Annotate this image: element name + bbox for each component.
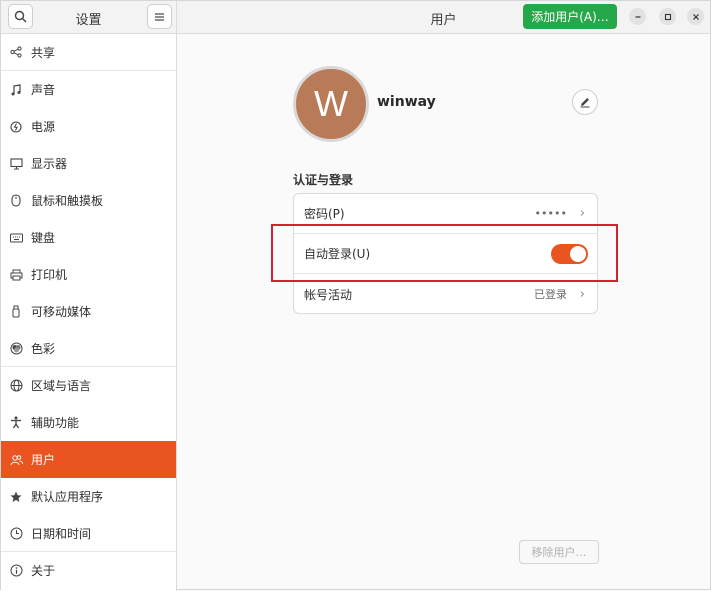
sidebar-list: 共享 声音 电源 显示器 鼠标和触摸板 键盘 打印机 可移动媒体 色彩 区域与语… <box>1 34 176 589</box>
sidebar-item-date-time[interactable]: 日期和时间 <box>1 515 176 552</box>
sidebar-item-label: 色彩 <box>31 341 56 356</box>
account-activity-label: 帐号活动 <box>304 287 353 302</box>
edit-username-button[interactable] <box>572 89 598 115</box>
sidebar-item-region-language[interactable]: 区域与语言 <box>1 367 176 404</box>
sidebar-item-removable-media[interactable]: 可移动媒体 <box>1 293 176 330</box>
minimize-button[interactable] <box>629 8 646 25</box>
minimize-icon <box>635 15 640 18</box>
add-user-button[interactable]: 添加用户(A)… <box>523 4 617 29</box>
sidebar-item-color[interactable]: 色彩 <box>1 330 176 367</box>
avatar[interactable]: W <box>293 66 369 142</box>
sidebar-item-default-apps[interactable]: 默认应用程序 <box>1 478 176 515</box>
sidebar: 设置 共享 声音 电源 显示器 鼠标和触摸板 键盘 打印机 可移动媒体 色彩 区… <box>1 1 177 591</box>
sidebar-item-label: 键盘 <box>31 231 56 245</box>
printer-icon <box>9 268 23 282</box>
star-icon <box>9 490 23 504</box>
clock-icon <box>9 526 23 540</box>
sidebar-item-users[interactable]: 用户 <box>1 441 176 478</box>
sidebar-item-label: 可移动媒体 <box>31 305 92 319</box>
sidebar-item-label: 区域与语言 <box>31 379 92 393</box>
sidebar-item-label: 显示器 <box>31 157 68 171</box>
remove-user-button[interactable]: 移除用户… <box>519 540 599 564</box>
sidebar-item-label: 辅助功能 <box>31 416 80 430</box>
settings-window: 设置 共享 声音 电源 显示器 鼠标和触摸板 键盘 打印机 可移动媒体 色彩 区… <box>0 0 711 591</box>
main-header: 用户 添加用户(A)… <box>177 1 710 34</box>
sidebar-item-power[interactable]: 电源 <box>1 108 176 145</box>
sidebar-item-label: 关于 <box>31 564 56 578</box>
globe-icon <box>9 379 23 393</box>
chevron-right-icon: › <box>579 206 585 221</box>
info-icon <box>9 564 23 578</box>
power-icon <box>9 120 23 134</box>
sidebar-item-label: 日期和时间 <box>31 526 92 541</box>
menu-button[interactable] <box>147 4 172 29</box>
account-activity-value: 已登录 <box>534 288 567 301</box>
sidebar-item-label: 打印机 <box>31 268 68 282</box>
sidebar-header: 设置 <box>1 1 176 34</box>
sidebar-item-label: 声音 <box>31 83 56 97</box>
sidebar-item-keyboard[interactable]: 键盘 <box>1 219 176 256</box>
sidebar-item-printer[interactable]: 打印机 <box>1 256 176 293</box>
auth-section-title: 认证与登录 <box>293 173 354 187</box>
usb-drive-icon <box>9 305 23 319</box>
sidebar-item-sound[interactable]: 声音 <box>1 71 176 108</box>
password-label: 密码(P) <box>304 207 345 221</box>
maximize-button[interactable] <box>659 8 676 25</box>
sidebar-item-mouse[interactable]: 鼠标和触摸板 <box>1 182 176 219</box>
sidebar-item-about[interactable]: 关于 <box>1 552 176 589</box>
accessibility-icon <box>9 416 23 430</box>
highlight-annotation-box <box>271 224 618 282</box>
hamburger-icon <box>155 12 164 21</box>
sidebar-item-label: 默认应用程序 <box>31 490 104 504</box>
share-icon <box>9 45 23 59</box>
mouse-icon <box>9 194 23 208</box>
monitor-icon <box>9 157 23 171</box>
sidebar-item-label: 电源 <box>31 120 56 134</box>
sidebar-item-share[interactable]: 共享 <box>1 34 176 71</box>
close-icon <box>692 13 699 20</box>
users-icon <box>9 453 23 467</box>
color-icon <box>9 341 23 355</box>
chevron-right-icon: › <box>579 286 585 302</box>
close-button[interactable] <box>687 8 704 25</box>
music-note-icon <box>9 83 23 97</box>
sidebar-item-label: 共享 <box>31 45 56 60</box>
maximize-icon <box>664 13 671 20</box>
pencil-icon <box>580 98 590 108</box>
sidebar-item-display[interactable]: 显示器 <box>1 145 176 182</box>
keyboard-icon <box>9 231 23 245</box>
password-value: ••••• <box>534 207 567 220</box>
sidebar-item-label: 鼠标和触摸板 <box>31 194 104 208</box>
avatar-letter: W <box>314 83 348 124</box>
sidebar-item-label: 用户 <box>31 453 56 467</box>
username-label: winway <box>377 94 436 110</box>
sidebar-item-accessibility[interactable]: 辅助功能 <box>1 404 176 441</box>
